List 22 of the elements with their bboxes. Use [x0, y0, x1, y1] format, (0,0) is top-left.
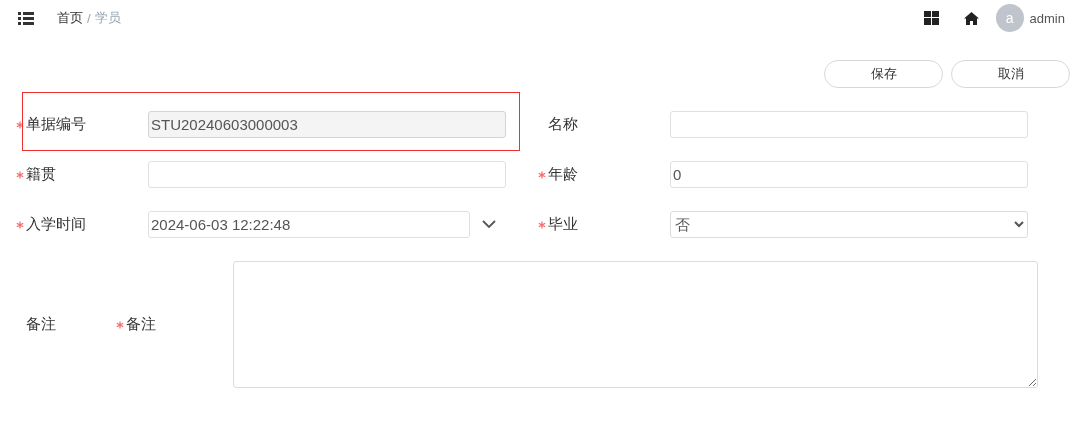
text-field[interactable]: 0: [670, 161, 1028, 188]
field-label: 备注: [126, 315, 156, 334]
action-button[interactable]: 取消: [951, 60, 1070, 88]
dropdown-select[interactable]: 否: [670, 211, 1028, 238]
user-name[interactable]: admin: [1029, 10, 1065, 26]
date-field[interactable]: 2024-06-03 12:22:48: [148, 211, 470, 238]
menu-icon[interactable]: [18, 11, 34, 25]
field-label: 名称: [548, 115, 578, 134]
field-label: 籍贯: [26, 165, 56, 184]
chevron-down-icon[interactable]: [482, 220, 496, 229]
action-button[interactable]: 保存: [824, 60, 943, 88]
field-label: 毕业: [548, 215, 578, 234]
grid-icon[interactable]: [923, 11, 939, 25]
field-label: 单据编号: [26, 115, 86, 134]
text-field[interactable]: [148, 161, 506, 188]
section-label: 备注: [26, 315, 57, 334]
breadcrumb-separator: /: [87, 10, 91, 26]
home-icon[interactable]: [963, 11, 979, 25]
breadcrumb-link[interactable]: 首页: [57, 9, 83, 27]
text-field[interactable]: [670, 111, 1028, 138]
field-label: 年龄: [548, 165, 578, 184]
field-label: 入学时间: [26, 215, 86, 234]
